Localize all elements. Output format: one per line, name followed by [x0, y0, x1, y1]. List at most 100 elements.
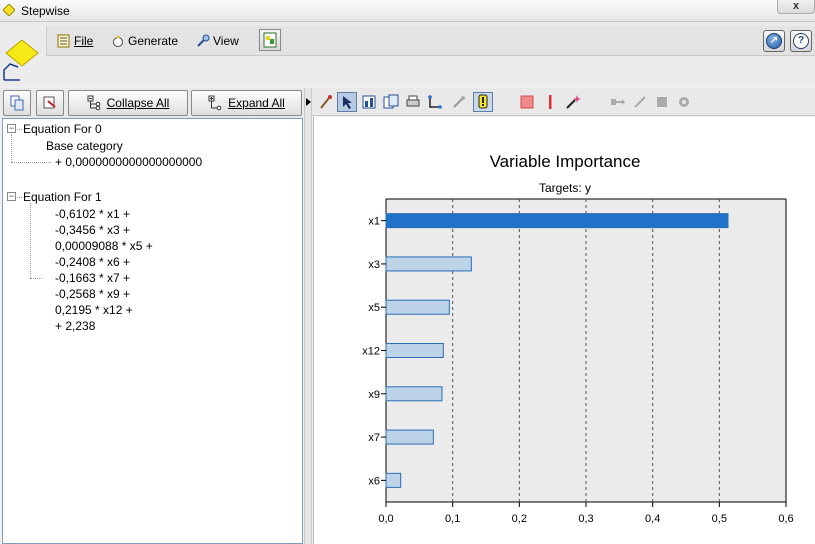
- launch-button[interactable]: ↗: [763, 30, 785, 52]
- tree-leaf-term[interactable]: -0,3456 * x3 +: [55, 223, 130, 237]
- collapse-toggle-eq1[interactable]: −: [7, 192, 16, 201]
- bar: [385, 213, 729, 229]
- file-icon: [57, 34, 70, 48]
- header: File Generate View ↗ ?: [0, 22, 815, 86]
- menu-view[interactable]: View: [196, 34, 239, 48]
- tree-connector: [17, 197, 22, 198]
- node-logo-icon: [3, 40, 39, 81]
- chart-grid-icon: [362, 95, 376, 109]
- chart-tool-2[interactable]: [381, 92, 401, 112]
- copy-special-button[interactable]: [36, 90, 64, 116]
- app-icon: [3, 4, 15, 16]
- tree-node-eq1[interactable]: Equation For 1: [23, 190, 102, 204]
- tree-node-eq0[interactable]: Equation For 0: [23, 122, 102, 136]
- x-tick-label: 0,0: [378, 513, 393, 525]
- y-tick-label: x1: [368, 216, 380, 228]
- magic-wand-tool[interactable]: [563, 92, 583, 112]
- generate-icon: [113, 35, 123, 47]
- collapse-toggle-eq0[interactable]: −: [7, 124, 16, 133]
- close-button[interactable]: x: [777, 0, 815, 14]
- tree-connector: [11, 134, 12, 162]
- y-tick-label: x12: [362, 346, 380, 358]
- generate-model-icon: [263, 32, 277, 48]
- equation-tree: − Equation For 0 Base category + 0,00000…: [2, 118, 303, 544]
- launch-icon: ↗: [766, 33, 782, 49]
- tree-leaf-term[interactable]: 0,2195 * x12 +: [55, 303, 133, 317]
- tree-leaf-term[interactable]: -0,2568 * x9 +: [55, 287, 130, 301]
- paint-brush-icon: [320, 95, 332, 109]
- pointer-icon: [343, 96, 352, 109]
- disabled-tool-2: [608, 92, 628, 112]
- menu-file-label: File: [74, 34, 94, 48]
- x-tick-label: 0,6: [778, 513, 793, 525]
- copy-icon: [10, 95, 24, 111]
- tree-leaf-term[interactable]: -0,1663 * x7 +: [55, 271, 130, 285]
- tree-leaf-term[interactable]: + 2,238: [55, 319, 95, 333]
- menu-generate[interactable]: Generate: [111, 34, 178, 48]
- panel-splitter[interactable]: [304, 88, 312, 544]
- y-tick-label: x3: [368, 259, 380, 271]
- disabled-tool-5: [674, 92, 694, 112]
- tree-connector: [11, 162, 51, 163]
- variable-importance-chart: 0,0 0,1 0,2 0,3 0,4 0,5 0,6 x1 x3 x5 x12 x9 x7 x6: [362, 198, 794, 525]
- expand-icon: [208, 95, 222, 111]
- tree-leaf-base-category[interactable]: Base category: [46, 139, 123, 153]
- view-icon: [197, 34, 210, 47]
- gear-disabled-icon: [679, 97, 689, 107]
- menu-generate-label: Generate: [128, 34, 179, 48]
- marker-line-icon: [549, 95, 552, 109]
- tree-toolbar: Collapse All Expand All: [0, 88, 305, 118]
- bar: [385, 299, 450, 315]
- y-tick-label: x6: [368, 475, 380, 487]
- generate-model-button[interactable]: [259, 29, 281, 51]
- bar: [385, 472, 402, 488]
- info-tool[interactable]: [473, 92, 493, 112]
- disabled-tool-1: [449, 92, 469, 112]
- bar: [385, 429, 434, 445]
- title-bar: Stepwise x: [0, 0, 815, 22]
- bar: [385, 343, 444, 358]
- tree-connector: [17, 129, 22, 130]
- axis-tool[interactable]: [425, 92, 445, 112]
- y-tick-label: x9: [368, 389, 380, 401]
- magic-wand-icon: [566, 95, 581, 109]
- x-tick-label: 0,4: [645, 513, 660, 525]
- x-tick-label: 0,2: [512, 513, 527, 525]
- resize-disabled-icon: [634, 96, 646, 108]
- collapse-all-button[interactable]: Collapse All: [68, 90, 188, 116]
- marker-tool[interactable]: [540, 92, 560, 112]
- tree-leaf-term[interactable]: -0,2408 * x6 +: [55, 255, 130, 269]
- zoom-disabled-icon: [453, 96, 465, 108]
- copy-special-icon: [43, 96, 56, 109]
- menu-bar: File Generate View ↗ ?: [46, 26, 815, 56]
- stop-tool[interactable]: [517, 92, 537, 112]
- tree-connector: [30, 203, 31, 278]
- x-tick-label: 0,3: [578, 513, 593, 525]
- tree-connector: [30, 278, 42, 279]
- print-tool[interactable]: [403, 92, 423, 112]
- help-icon: ?: [793, 33, 809, 49]
- tree-leaf-term[interactable]: -0,6102 * x1 +: [55, 207, 130, 221]
- axis-icon: [428, 95, 442, 109]
- chart-panel: Variable Importance Targets: y 0,0 0,1 0,2…: [313, 117, 815, 544]
- tree-leaf-term[interactable]: 0,00009088 * x5 +: [55, 239, 153, 253]
- x-tick-label: 0,5: [712, 513, 727, 525]
- y-tick-label: x7: [368, 432, 380, 444]
- tree-leaf-eq0-term[interactable]: + 0,0000000000000000000: [55, 155, 202, 169]
- menu-file[interactable]: File: [57, 34, 93, 48]
- chart-tool-1[interactable]: [359, 92, 379, 112]
- x-tick-label: 0,1: [445, 513, 460, 525]
- paint-brush-tool[interactable]: [316, 92, 336, 112]
- expand-all-label: Expand All: [228, 96, 285, 110]
- bar: [385, 386, 443, 402]
- stop-icon: [520, 95, 534, 109]
- disabled-tool-3: [630, 92, 650, 112]
- splitter-arrow-icon[interactable]: [306, 98, 311, 106]
- print-icon: [406, 95, 420, 107]
- help-button[interactable]: ?: [790, 30, 812, 52]
- copy-button[interactable]: [3, 90, 31, 116]
- pointer-tool[interactable]: [337, 92, 357, 112]
- copy-chart-icon: [383, 94, 399, 109]
- bar: [385, 256, 472, 272]
- expand-all-button[interactable]: Expand All: [191, 90, 302, 116]
